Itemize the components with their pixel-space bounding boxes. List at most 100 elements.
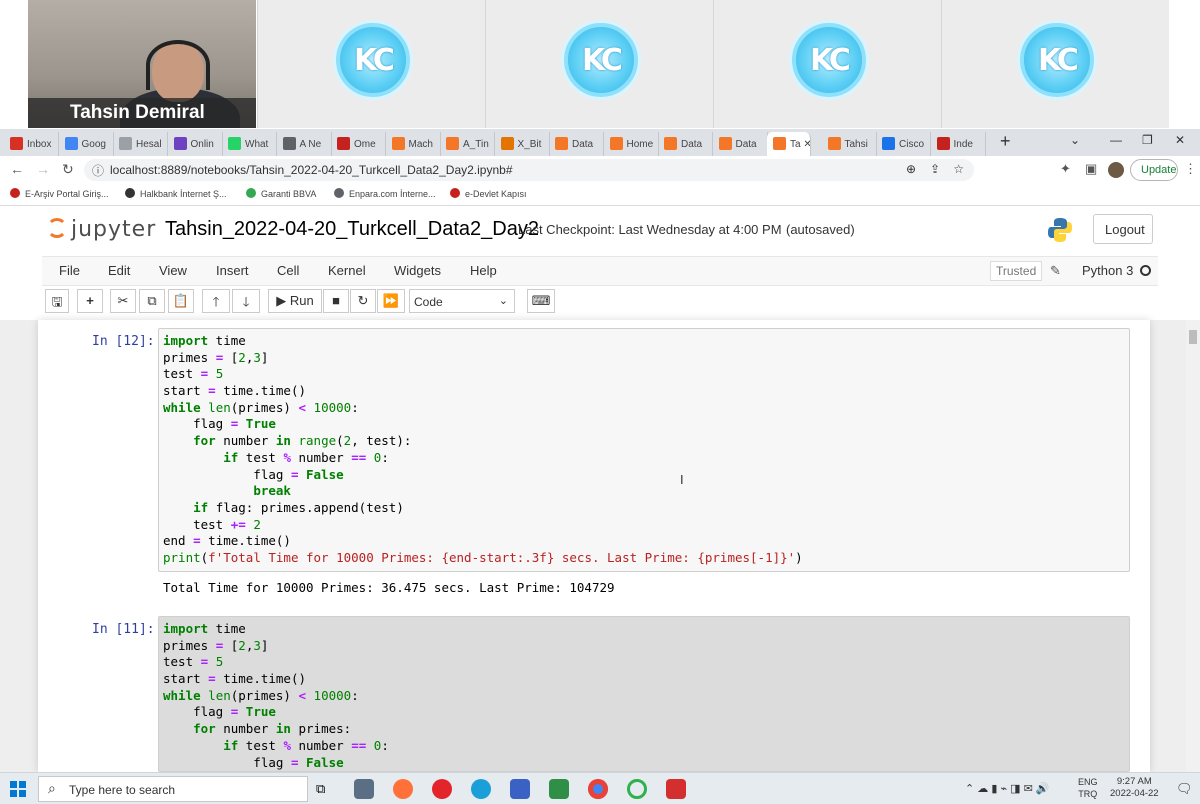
- browser-tab[interactable]: Mach: [386, 132, 441, 156]
- insert-cell-icon[interactable]: +: [77, 289, 103, 313]
- browser-tab[interactable]: Data: [713, 132, 768, 156]
- menu-cell[interactable]: Cell: [277, 263, 299, 278]
- url-field[interactable]: ⓘ localhost:8889/notebooks/Tahsin_2022-0…: [84, 159, 974, 181]
- system-tray-icons[interactable]: ⌃ ☁ ▮ ⌁ ◨ ✉ 🔊: [965, 782, 1050, 795]
- paste-icon[interactable]: 📋: [168, 289, 194, 313]
- menu-edit[interactable]: Edit: [108, 263, 130, 278]
- task-view-icon[interactable]: ⧉: [316, 781, 336, 801]
- menu-dots-icon[interactable]: ⋮: [1184, 161, 1197, 177]
- profile-avatar[interactable]: [1108, 162, 1124, 178]
- menu-help[interactable]: Help: [470, 263, 497, 278]
- cut-icon[interactable]: ✂: [110, 289, 136, 313]
- save-app-icon[interactable]: [510, 779, 530, 799]
- bookmark-item[interactable]: Garanti BBVA: [246, 188, 316, 199]
- minimize-icon[interactable]: —: [1110, 133, 1122, 147]
- new-tab-button[interactable]: +: [1000, 131, 1011, 152]
- bookmark-label: Garanti BBVA: [261, 189, 317, 199]
- update-button[interactable]: Update: [1130, 159, 1178, 181]
- bookmark-favicon-icon: [246, 188, 256, 198]
- back-icon[interactable]: ←: [10, 161, 24, 177]
- bookmark-item[interactable]: Halkbank İnternet Ş...: [125, 188, 227, 199]
- presenter-video-tile[interactable]: Tahsin Demiral: [28, 0, 256, 128]
- taskbar-clock[interactable]: 9:27 AM 2022-04-22: [1110, 776, 1159, 800]
- participant-tile[interactable]: KC: [257, 0, 485, 128]
- zoom-icon[interactable]: ⊕: [906, 162, 916, 176]
- browser-tab[interactable]: Data: [549, 132, 604, 156]
- taskbar-search-input[interactable]: ⌕ Type here to search: [38, 776, 308, 802]
- restart-icon[interactable]: ↻: [350, 289, 376, 313]
- browser-tab[interactable]: A_Tin: [440, 132, 495, 156]
- windows-start-icon[interactable]: [10, 781, 26, 797]
- browser-tab[interactable]: Goog: [59, 132, 114, 156]
- menu-widgets[interactable]: Widgets: [394, 263, 441, 278]
- participant-tile[interactable]: KC: [485, 0, 713, 128]
- participant-tile[interactable]: KC: [941, 0, 1169, 128]
- kernel-name[interactable]: Python 3: [1082, 263, 1133, 278]
- save-icon[interactable]: 🖫: [45, 289, 69, 313]
- cell-type-select[interactable]: Code ⌄: [409, 289, 515, 313]
- browser-tab[interactable]: Hesal: [113, 132, 168, 156]
- kc-logo: KC: [792, 23, 866, 97]
- browser-tab[interactable]: Ta ✕: [767, 132, 811, 156]
- bookmarks-bar: E-Arşiv Portal Giriş... Halkbank İnternet…: [0, 184, 1200, 206]
- menu-view[interactable]: View: [159, 263, 187, 278]
- jupyter-logo[interactable]: jupyter: [47, 217, 156, 242]
- move-up-icon[interactable]: 🡑: [202, 289, 230, 313]
- restart-run-all-icon[interactable]: ⏩: [377, 289, 405, 313]
- participant-tile[interactable]: KC: [713, 0, 941, 128]
- close-tab-icon[interactable]: ✕: [801, 139, 810, 150]
- site-info-icon[interactable]: ⓘ: [92, 162, 104, 179]
- side-panel-icon[interactable]: ▣: [1085, 161, 1097, 177]
- browser-tab[interactable]: X_Bit: [495, 132, 550, 156]
- browser-tab[interactable]: Ome: [331, 132, 386, 156]
- share-icon[interactable]: ⇪: [930, 162, 940, 176]
- page-scrollbar[interactable]: [1186, 320, 1200, 772]
- run-button[interactable]: ▶ Run: [268, 289, 322, 313]
- browser-tab[interactable]: Inbox: [4, 132, 59, 156]
- reload-icon[interactable]: ↻: [62, 161, 74, 178]
- file-explorer-icon[interactable]: [354, 779, 374, 799]
- chrome-icon[interactable]: [588, 779, 608, 799]
- forward-icon[interactable]: →: [36, 161, 50, 177]
- menu-file[interactable]: File: [59, 263, 80, 278]
- opera-icon[interactable]: [432, 779, 452, 799]
- bookmark-item[interactable]: e-Devlet Kapısı: [450, 188, 527, 199]
- bookmark-item[interactable]: E-Arşiv Portal Giriş...: [10, 188, 109, 199]
- close-window-icon[interactable]: ✕: [1175, 133, 1185, 147]
- browser-tab[interactable]: What: [222, 132, 277, 156]
- cell-output: Total Time for 10000 Primes: 36.475 secs…: [163, 580, 615, 595]
- acrobat-icon[interactable]: [666, 779, 686, 799]
- restore-icon[interactable]: ❐: [1142, 133, 1153, 147]
- copy-icon[interactable]: ⧉: [139, 289, 165, 313]
- command-palette-icon[interactable]: ⌨: [527, 289, 555, 313]
- notebook-title[interactable]: Tahsin_2022-04-20_Turkcell_Data2_Day2: [165, 218, 539, 241]
- edge-icon[interactable]: [471, 779, 491, 799]
- spreadsheet-app-icon[interactable]: [549, 779, 569, 799]
- browser-tab[interactable]: Home: [604, 132, 659, 156]
- move-down-icon[interactable]: 🡓: [232, 289, 260, 313]
- interrupt-icon[interactable]: ■: [323, 289, 349, 313]
- language-indicator[interactable]: ENG TRQ: [1078, 776, 1098, 800]
- browser-tab[interactable]: Onlin: [168, 132, 223, 156]
- tab-search-icon[interactable]: ⌄: [1070, 133, 1080, 147]
- logout-button[interactable]: Logout: [1093, 214, 1153, 244]
- trusted-indicator[interactable]: Trusted: [990, 261, 1043, 281]
- menu-insert[interactable]: Insert: [216, 263, 249, 278]
- notifications-icon[interactable]: 🗨: [1176, 781, 1193, 797]
- browser-tab[interactable]: Cisco: [876, 132, 931, 156]
- browser-tab[interactable]: Tahsi: [822, 132, 877, 156]
- firefox-icon[interactable]: [393, 779, 413, 799]
- scrollbar-thumb[interactable]: [1189, 330, 1197, 344]
- menu-kernel[interactable]: Kernel: [328, 263, 366, 278]
- text-cursor-icon: I: [680, 472, 684, 487]
- browser-tab[interactable]: A Ne: [277, 132, 332, 156]
- code-cell-input-selected[interactable]: import time primes = [2,3] test = 5 start =…: [158, 616, 1130, 772]
- code-cell-input[interactable]: import time primes = [2,3] test = 5 start =…: [158, 328, 1130, 572]
- browser-tab[interactable]: Inde: [931, 132, 986, 156]
- bookmark-star-icon[interactable]: ☆: [953, 162, 964, 176]
- run-icon: ▶: [276, 293, 287, 308]
- browser-tab[interactable]: Data: [658, 132, 713, 156]
- bookmark-item[interactable]: Enpara.com İnterne...: [334, 188, 436, 199]
- extensions-icon[interactable]: ✦: [1060, 161, 1071, 177]
- cycle-app-icon[interactable]: [627, 779, 647, 799]
